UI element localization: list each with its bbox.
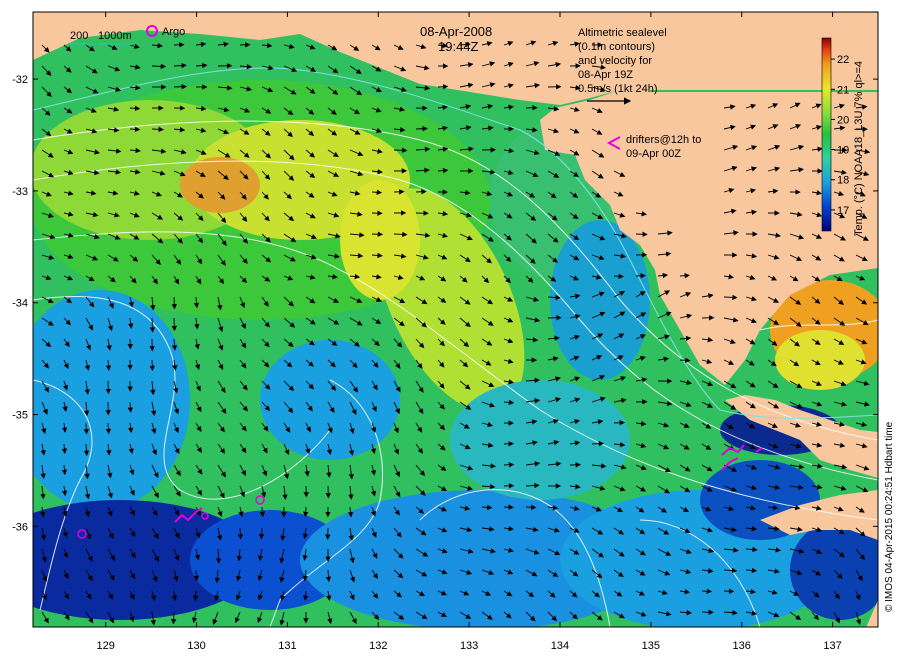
velocity-arrow [127, 338, 133, 350]
depth-legend: 200 1000m [70, 30, 132, 45]
sealevel-line-2: (0.1m contours) [578, 41, 655, 53]
velocity-arrow [613, 420, 625, 426]
argo-label: Argo [162, 26, 185, 38]
lat-tick-label: -34 [12, 298, 28, 310]
lon-tick-label: 132 [369, 640, 387, 652]
velocity-arrow [437, 83, 449, 90]
velocity-arrow [151, 63, 167, 70]
colorbar-tick-label: 19 [837, 145, 849, 157]
sealevel-line-4: 08-Apr 19Z [578, 69, 633, 81]
velocity-arrow [503, 462, 515, 468]
drifters-line-1: drifters@12h to [626, 134, 701, 146]
map-time: 19:44Z [438, 39, 479, 54]
velocity-arrow [171, 296, 178, 310]
lon-tick-label: 136 [733, 640, 751, 652]
velocity-arrow [635, 273, 646, 279]
credit-text: © IMOS 04-Apr-2015 00:24:51 Hdbart time [884, 421, 895, 612]
colorbar-tick-label: 18 [837, 175, 849, 187]
colorbar-title: Temp. (°C) NOAA18_L3U 7% ql>=4 [853, 61, 865, 236]
lon-tick-label: 129 [97, 640, 115, 652]
velocity-arrow [635, 231, 648, 237]
colorbar-tick-label: 22 [837, 54, 849, 66]
velocity-arrow [171, 317, 178, 332]
velocity-arrow [613, 273, 624, 279]
lon-tick-label: 131 [278, 640, 296, 652]
velocity-arrow [237, 527, 244, 540]
velocity-arrow [83, 422, 90, 435]
lat-tick-label: -32 [12, 74, 28, 86]
colorbar-tick-label: 17 [837, 205, 849, 217]
velocity-scale-label: 0.5m/s (1kt 24h) [578, 83, 657, 95]
velocity-arrow [371, 189, 383, 196]
velocity-arrow [679, 357, 691, 364]
velocity-arrow [173, 83, 187, 90]
velocity-arrow [701, 588, 713, 595]
velocity-arrow [415, 189, 427, 195]
lon-tick-label: 133 [460, 640, 478, 652]
velocity-arrow [525, 504, 537, 510]
velocity-arrow [149, 317, 156, 333]
velocity-arrow [723, 588, 735, 594]
colorbar-gradient [821, 37, 832, 232]
velocity-arrow [151, 126, 164, 133]
velocity-arrow [393, 231, 408, 238]
lat-tick-label: -33 [12, 186, 28, 198]
velocity-arrow [170, 611, 177, 625]
depth-200-label: 200 [70, 30, 88, 42]
sealevel-line-3: and velocity for [578, 55, 652, 67]
velocity-arrow [149, 359, 155, 372]
colorbar-tick-label: 21 [837, 84, 849, 96]
sealevel-line-1: Altimetric sealevel [578, 27, 667, 39]
velocity-arrow [105, 380, 112, 395]
lat-tick-label: -36 [12, 521, 28, 533]
lat-tick-label: -35 [12, 410, 28, 422]
velocity-arrow [393, 147, 408, 154]
sst-map: 129 130 131 132 133 134 135 136 137 -32 -33 -34 -35… [12, 11, 895, 652]
velocity-arrow [415, 126, 428, 132]
lon-tick-label: 130 [187, 640, 205, 652]
lon-tick-label: 134 [551, 640, 569, 652]
lon-tick-label: 137 [823, 640, 841, 652]
colorbar-tick-label: 20 [837, 114, 849, 126]
depth-1000-label: 1000m [98, 30, 132, 42]
lon-tick-label: 135 [642, 640, 660, 652]
drifters-line-2: 09-Apr 00Z [626, 148, 681, 160]
velocity-arrow [302, 506, 309, 518]
velocity-arrow [591, 440, 605, 447]
velocity-arrow [723, 294, 738, 301]
map-date: 08-Apr-2008 [420, 24, 492, 39]
velocity-arrow [129, 126, 141, 133]
plot-area [33, 12, 878, 627]
